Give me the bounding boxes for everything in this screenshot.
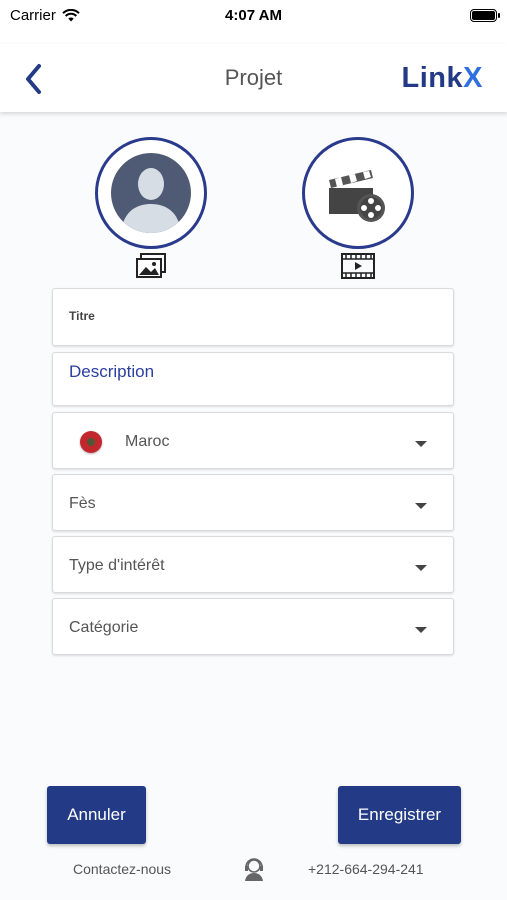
brand-logo: LinkX [402, 62, 483, 95]
user-avatar-icon [111, 153, 191, 233]
status-bar: Carrier 4:07 AM [0, 0, 507, 30]
video-picker[interactable] [302, 137, 414, 249]
interest-type-select[interactable]: Type d'intérêt [52, 536, 454, 593]
support-agent-icon[interactable] [243, 856, 265, 882]
navigation-bar: Projet LinkX [0, 44, 507, 112]
country-select[interactable]: Maroc [52, 412, 454, 469]
title-label: Titre [69, 309, 95, 323]
category-placeholder: Catégorie [69, 619, 139, 636]
chevron-down-icon [415, 441, 427, 447]
cancel-button[interactable]: Annuler [47, 786, 146, 844]
chevron-down-icon [415, 503, 427, 509]
interest-type-placeholder: Type d'intérêt [69, 557, 165, 574]
page-title: Projet [224, 65, 283, 90]
clapperboard-icon [329, 170, 385, 222]
description-field[interactable]: Description [52, 352, 454, 406]
brand-accent: X [463, 62, 483, 94]
country-value: Maroc [125, 433, 170, 450]
battery-icon [470, 8, 500, 22]
city-select[interactable]: Fès [52, 474, 454, 531]
profile-photo-picker[interactable] [95, 137, 207, 249]
chevron-down-icon [415, 627, 427, 633]
save-button[interactable]: Enregistrer [338, 786, 461, 844]
image-gallery-icon[interactable] [135, 252, 167, 280]
morocco-flag-icon [80, 431, 102, 453]
title-field[interactable]: Titre [52, 288, 454, 346]
back-chevron-icon[interactable] [20, 62, 48, 96]
phone-number-link[interactable]: +212-664-294-241 [308, 861, 424, 877]
film-play-icon[interactable] [341, 253, 375, 279]
status-time: 4:07 AM [225, 6, 282, 24]
brand-main: Link [401, 62, 464, 94]
category-select[interactable]: Catégorie [52, 598, 454, 655]
contact-us-link[interactable]: Contactez-nous [73, 861, 171, 877]
description-label: Description [69, 362, 155, 381]
city-value: Fès [69, 495, 96, 512]
chevron-down-icon [415, 565, 427, 571]
